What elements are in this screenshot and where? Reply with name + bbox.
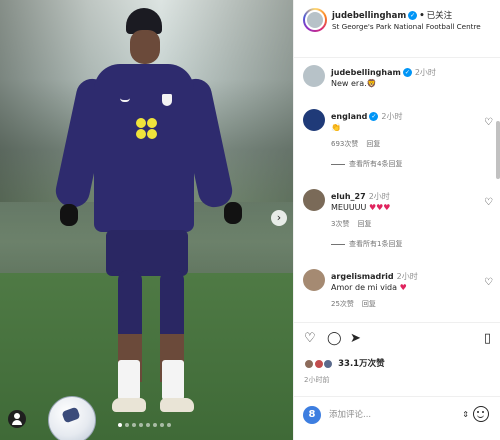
like-icon[interactable]: ♡: [304, 331, 316, 346]
comment-avatar[interactable]: [303, 65, 325, 87]
comment-header: argelismadrid 2小时: [331, 271, 418, 282]
comment-time: 2小时: [414, 68, 436, 77]
comment-username[interactable]: argelismadrid: [331, 272, 394, 281]
reply-button[interactable]: 回复: [366, 140, 380, 148]
comment-avatar[interactable]: [303, 189, 325, 211]
comment-avatar[interactable]: [303, 109, 325, 131]
comment-like-icon[interactable]: ♡: [484, 197, 493, 208]
player-right-glove: [224, 202, 242, 224]
comment-likes[interactable]: 693次赞: [331, 140, 358, 148]
player-left-boot: [112, 398, 146, 412]
comment-icon[interactable]: ◯: [327, 331, 342, 346]
verified-badge-icon: ✓: [369, 112, 379, 121]
emoji-picker-icon[interactable]: [473, 406, 489, 422]
reply-button[interactable]: 回复: [362, 300, 376, 308]
follow-state-button[interactable]: 已关注: [427, 11, 453, 21]
comment-list[interactable]: judebellingham ✓ 2小时 New era.🦁 england ✓ 2小时…: [294, 59, 500, 322]
carousel-dot: [153, 423, 157, 427]
player-left-sock: [118, 360, 140, 400]
comment-text: MEUUUU ♥♥♥: [331, 203, 390, 212]
author-username[interactable]: judebellingham: [332, 11, 406, 21]
verified-badge-icon: ✓: [402, 68, 412, 77]
current-user-avatar: 8: [303, 406, 321, 424]
comment-text: Amor de mi vida ♥: [331, 283, 407, 292]
comment-meta: 3次赞 回复: [331, 219, 379, 229]
comment-meta: 25次赞 回复: [331, 299, 384, 309]
author-line: judebellingham ✓ • 已关注: [332, 9, 452, 21]
post-side-panel: judebellingham ✓ • 已关注 St George's Park Nat…: [293, 0, 500, 440]
comment-time: 2小时: [396, 272, 418, 281]
posted-time: 2小时前: [304, 376, 330, 384]
comment-time: 2小时: [381, 112, 403, 121]
verified-badge-icon: ✓: [408, 11, 418, 20]
expand-toggle-icon[interactable]: ⇕: [462, 410, 469, 419]
liker-avatar: [313, 358, 324, 369]
comment-username[interactable]: eluh_27: [331, 192, 366, 201]
comment-composer: 8 ⇕: [294, 396, 500, 440]
comment-input[interactable]: [329, 407, 449, 423]
comment-scrollbar[interactable]: [496, 121, 500, 179]
carousel-dot: [139, 423, 143, 427]
likes-count[interactable]: 33.1万次赞: [338, 359, 384, 369]
author-avatar[interactable]: [303, 8, 327, 32]
comment-likes[interactable]: 3次赞: [331, 220, 349, 228]
carousel-dot: [146, 423, 150, 427]
share-icon[interactable]: ➤: [350, 331, 361, 346]
view-replies-button[interactable]: 查看所有1条回复: [331, 239, 402, 249]
bookmark-icon[interactable]: ▯: [484, 331, 491, 346]
carousel-dot: [132, 423, 136, 427]
comment-likes[interactable]: 25次赞: [331, 300, 354, 308]
view-replies-button[interactable]: 查看所有4条回复: [331, 159, 402, 169]
likes-summary[interactable]: 33.1万次赞: [304, 357, 385, 369]
carousel-next-icon[interactable]: ›: [271, 210, 287, 226]
carousel-dot: [160, 423, 164, 427]
post-photo: ›: [0, 0, 293, 440]
comment-header: eluh_27 2小时: [331, 191, 390, 202]
comment-like-icon[interactable]: ♡: [484, 277, 493, 288]
comment-username[interactable]: england: [331, 112, 367, 121]
liker-avatar: [323, 358, 334, 369]
sponsor-logo: [136, 118, 160, 162]
carousel-dot: [125, 423, 129, 427]
player-right-sock: [162, 360, 184, 400]
player-shorts: [106, 230, 188, 276]
comment-username[interactable]: judebellingham: [331, 68, 401, 77]
player-right-boot: [160, 398, 194, 412]
player-figure: [52, 8, 242, 428]
post-header: judebellingham ✓ • 已关注 St George's Park Nat…: [294, 0, 500, 58]
separator-dot: •: [419, 11, 425, 21]
tagged-user-icon[interactable]: [8, 410, 26, 428]
carousel-dot: [167, 423, 171, 427]
comment-meta: 693次赞 回复: [331, 139, 388, 149]
player-left-glove: [60, 204, 78, 226]
liker-avatar: [304, 358, 314, 369]
comment-header: england ✓ 2小时: [331, 111, 403, 122]
football: [48, 396, 96, 440]
post-location[interactable]: St George's Park National Football Centr…: [332, 22, 497, 32]
comment-avatar[interactable]: [303, 269, 325, 291]
carousel-dots: [118, 423, 171, 427]
comment-time: 2小时: [368, 192, 390, 201]
reply-button[interactable]: 回复: [357, 220, 371, 228]
player-face: [130, 30, 160, 64]
heart-emoji: ♥♥♥: [368, 203, 391, 212]
comment-text-body: Amor de mi vida: [331, 283, 398, 292]
comment-text-body: MEUUUU: [331, 203, 367, 212]
heart-emoji: ♥: [399, 283, 407, 292]
comment-text: 👏: [331, 123, 341, 132]
comment-header: judebellingham ✓ 2小时: [331, 67, 436, 78]
comment-text: New era.🦁: [331, 79, 377, 88]
carousel-dot: [118, 423, 122, 427]
england-crest: [162, 94, 172, 106]
comment-like-icon[interactable]: ♡: [484, 117, 493, 128]
